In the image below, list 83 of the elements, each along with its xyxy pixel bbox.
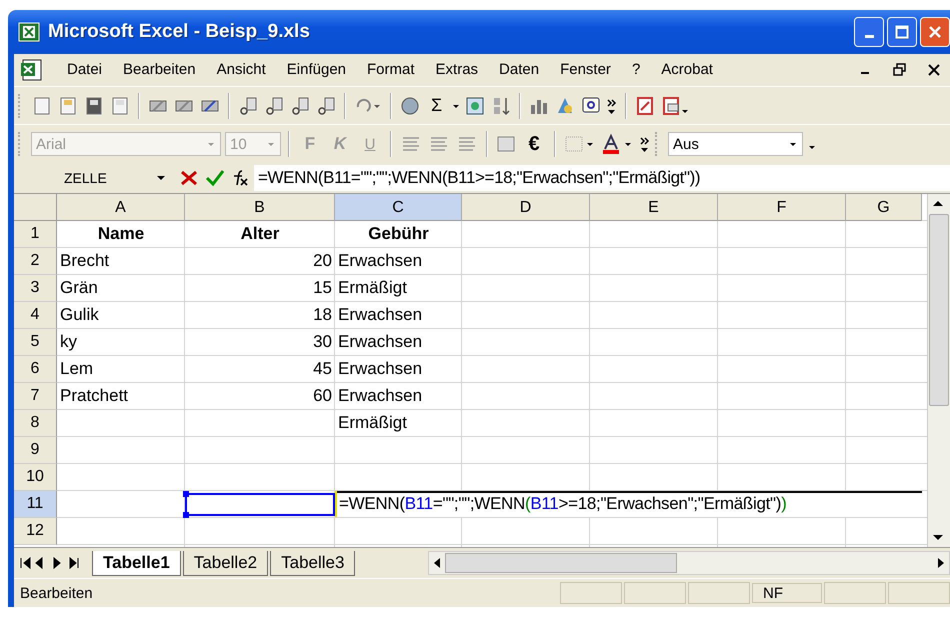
menu-item[interactable]: Einfügen xyxy=(286,61,346,78)
column-header[interactable]: B xyxy=(185,194,335,221)
table-cell-text: 45 xyxy=(312,358,333,380)
sheet-tab[interactable]: Tabelle2 xyxy=(182,550,268,576)
table-cell-text: Pratchett xyxy=(59,384,130,407)
table-cell-text: Erwachsen xyxy=(337,330,424,353)
row-header[interactable]: 2 xyxy=(14,248,57,275)
menu-item[interactable]: Daten xyxy=(499,61,540,78)
status-text: Bearbeiten xyxy=(19,584,93,602)
table-cell-text: Alter xyxy=(240,222,280,245)
row-header[interactable]: 7 xyxy=(14,382,57,410)
autosum-button[interactable]: Σ xyxy=(425,95,448,116)
row-header[interactable]: 8 xyxy=(14,410,57,437)
row-header[interactable]: 9 xyxy=(14,436,57,464)
window-title: Microsoft Excel - Beisp_9.xls xyxy=(48,21,310,43)
close-icon xyxy=(928,25,942,39)
vertical-scrollbar[interactable] xyxy=(927,194,950,548)
column-header[interactable]: F xyxy=(718,194,846,221)
table-cell-text: Erwachsen xyxy=(337,358,424,380)
menu-item[interactable]: Ansicht xyxy=(216,61,266,78)
maximize-icon xyxy=(895,25,909,39)
table-cell-text: Brecht xyxy=(59,250,110,272)
row-header[interactable]: 12 xyxy=(14,518,57,545)
menu-item[interactable]: ? xyxy=(632,61,640,78)
menu-item[interactable]: Datei xyxy=(67,61,102,78)
excel-icon xyxy=(18,22,40,42)
status-indicator: NF xyxy=(752,583,822,604)
row-header[interactable]: 10 xyxy=(14,464,57,491)
menu-item[interactable]: Acrobat xyxy=(661,61,713,78)
close-button[interactable] xyxy=(920,17,950,47)
table-cell-text: Gulik xyxy=(59,304,100,326)
minimize-button[interactable] xyxy=(854,17,884,47)
table-cell-text: Ermäßigt xyxy=(337,412,408,434)
row-header[interactable]: 5 xyxy=(14,328,57,356)
status-pane xyxy=(824,582,886,604)
table-cell-text: Erwachsen xyxy=(337,304,424,326)
restore-icon[interactable] xyxy=(893,62,907,77)
menu-item[interactable]: Format xyxy=(367,61,415,78)
table-cell-text: ky xyxy=(59,330,78,353)
row-header[interactable]: 4 xyxy=(14,302,57,329)
menu-item[interactable]: Bearbeiten xyxy=(123,61,196,78)
row-header[interactable]: 3 xyxy=(14,274,57,302)
globe-icon[interactable] xyxy=(399,94,421,117)
status-pane xyxy=(624,582,686,604)
close-icon[interactable] xyxy=(928,64,940,76)
column-header[interactable]: G xyxy=(846,194,922,221)
row-header[interactable]: 11 xyxy=(14,490,57,518)
zoom-dropdown[interactable]: Aus xyxy=(668,132,803,156)
maximize-button[interactable] xyxy=(887,17,917,47)
menu-item[interactable]: Fenster xyxy=(560,61,611,78)
formula-field[interactable]: =WENN(B11="";"";WENN(B11>=18;"Erwachsen";"Ermäßigt")) xyxy=(254,165,950,192)
table-cell-text: Gebühr xyxy=(367,222,430,245)
row-header[interactable]: 6 xyxy=(14,356,57,383)
table-cell-text: Erwachsen xyxy=(337,250,424,272)
checkmark-icon[interactable] xyxy=(204,168,226,188)
table-cell-text: Grän xyxy=(59,276,99,299)
column-header[interactable]: D xyxy=(462,194,590,221)
table-cell-text: Ermäßigt xyxy=(337,276,408,299)
sheet-tab[interactable]: Tabelle1 xyxy=(92,550,181,576)
status-pane xyxy=(888,582,950,604)
sheet-tab[interactable]: Tabelle3 xyxy=(270,550,356,576)
table-cell-text: 18 xyxy=(312,304,333,326)
column-header[interactable]: C xyxy=(335,194,462,221)
menu-item[interactable]: Extras xyxy=(436,61,478,78)
status-pane xyxy=(688,582,750,604)
table-cell-text: Name xyxy=(96,222,146,245)
scroll-thumb[interactable] xyxy=(445,553,677,574)
column-header[interactable]: A xyxy=(57,194,185,221)
row-header[interactable]: 1 xyxy=(14,220,57,248)
column-header[interactable]: E xyxy=(590,194,718,221)
minimize-icon xyxy=(864,34,874,38)
cell-editor[interactable]: =WENN(B11="";"";WENN(B11>=18;"Erwachsen";"Ermäßigt")) xyxy=(335,490,922,517)
table-cell-text: Lem xyxy=(59,358,94,380)
name-box[interactable]: ZELLE xyxy=(14,170,174,186)
table-cell-text: 60 xyxy=(312,384,333,407)
table-cell-text: 30 xyxy=(312,330,333,353)
status-pane xyxy=(560,582,622,604)
horizontal-scrollbar[interactable] xyxy=(428,551,950,576)
euro-button[interactable]: € xyxy=(521,132,547,156)
table-cell-text: 15 xyxy=(312,276,333,299)
table-cell-text: 20 xyxy=(312,250,333,272)
scroll-thumb[interactable] xyxy=(929,214,949,406)
table-cell-text: Erwachsen xyxy=(337,384,424,407)
